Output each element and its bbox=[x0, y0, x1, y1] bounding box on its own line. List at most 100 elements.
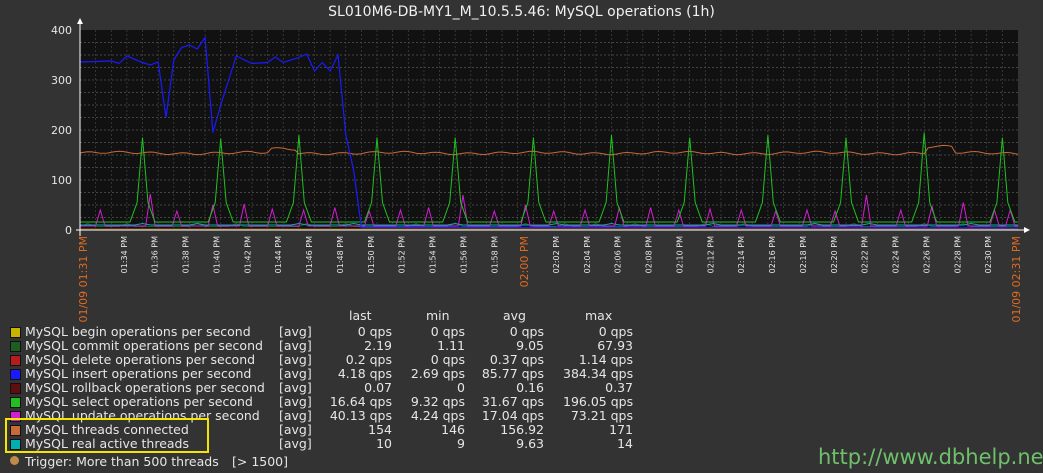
legend-last: 40.13 qps bbox=[329, 408, 392, 423]
legend-series-name: MySQL commit operations per second bbox=[25, 338, 263, 353]
x-tick-label: 01:46 PM bbox=[305, 236, 314, 273]
x-tick-label: 02:12 PM bbox=[706, 236, 715, 273]
legend-last: 0.2 qps bbox=[345, 352, 392, 367]
legend-max: 14 bbox=[617, 436, 633, 451]
legend-header-max: max bbox=[585, 308, 613, 323]
x-tick-label: 02:20 PM bbox=[830, 236, 839, 273]
x-tick-label: 01:56 PM bbox=[459, 236, 468, 273]
legend-min: 1.11 bbox=[437, 338, 465, 353]
x-tick-label: 01/09 01:31 PM bbox=[77, 236, 90, 323]
legend-last: 4.18 qps bbox=[337, 366, 392, 381]
x-tick-label: 01:40 PM bbox=[212, 236, 221, 273]
legend-avg: 85.77 qps bbox=[481, 366, 544, 381]
legend-fn: [avg] bbox=[279, 436, 312, 451]
x-tick-label: 02:28 PM bbox=[953, 236, 962, 273]
legend-series-name: MySQL begin operations per second bbox=[25, 324, 251, 339]
y-tick-label: 300 bbox=[51, 74, 72, 87]
legend-fn: [avg] bbox=[279, 324, 312, 339]
x-tick-label: 02:06 PM bbox=[614, 236, 623, 273]
watermark: http://www.dbhelp.net bbox=[818, 445, 1043, 469]
legend-last: 0.07 bbox=[364, 380, 392, 395]
x-tick-label: 01:38 PM bbox=[182, 236, 191, 273]
legend-fn: [avg] bbox=[279, 394, 312, 409]
legend-last: 2.19 bbox=[364, 338, 392, 353]
legend-last: 154 bbox=[368, 422, 392, 437]
legend-series-name: MySQL insert operations per second bbox=[25, 366, 252, 381]
legend-avg: 9.05 bbox=[516, 338, 544, 353]
x-tick-label: 01:34 PM bbox=[120, 236, 129, 273]
legend-max: 73.21 qps bbox=[570, 408, 633, 423]
legend-row: MySQL commit operations per second [avg] 2… bbox=[10, 338, 650, 353]
x-tick-label: 01:58 PM bbox=[490, 236, 499, 273]
x-tick-label: 02:00 PM bbox=[518, 236, 531, 287]
x-tick-label: 02:02 PM bbox=[552, 236, 561, 273]
x-tick-label: 02:08 PM bbox=[645, 236, 654, 273]
x-tick-label: 02:14 PM bbox=[737, 236, 746, 273]
legend-row: MySQL rollback operations per second [avg… bbox=[10, 380, 650, 395]
x-tick-label: 02:24 PM bbox=[892, 236, 901, 273]
x-tick-label: 01:54 PM bbox=[429, 236, 438, 273]
legend-swatch bbox=[10, 327, 21, 338]
trigger-value: [> 1500] bbox=[232, 454, 289, 469]
x-axis-arrow bbox=[1024, 227, 1030, 233]
legend-swatch bbox=[10, 341, 21, 352]
y-tick-label: 100 bbox=[51, 174, 72, 187]
x-tick-label: 02:22 PM bbox=[861, 236, 870, 273]
legend-last: 16.64 qps bbox=[329, 394, 392, 409]
legend-header-last: last bbox=[349, 308, 372, 323]
x-tick-label: 02:18 PM bbox=[799, 236, 808, 273]
legend-last: 0 qps bbox=[357, 324, 392, 339]
x-tick-label: 02:04 PM bbox=[583, 236, 592, 273]
y-axis-arrow bbox=[77, 18, 83, 24]
x-tick-label: 02:10 PM bbox=[675, 236, 684, 273]
legend-avg: 0.37 qps bbox=[489, 352, 544, 367]
legend-min: 9.32 qps bbox=[410, 394, 465, 409]
legend-header-min: min bbox=[426, 308, 450, 323]
legend-fn: [avg] bbox=[279, 380, 312, 395]
legend-avg: 31.67 qps bbox=[481, 394, 544, 409]
legend-max: 67.93 bbox=[597, 338, 633, 353]
x-tick-label: 01:52 PM bbox=[398, 236, 407, 273]
legend-avg: 17.04 qps bbox=[481, 408, 544, 423]
legend-last: 10 bbox=[376, 436, 392, 451]
legend-fn: [avg] bbox=[279, 366, 312, 381]
legend-max: 171 bbox=[609, 422, 633, 437]
legend-avg: 0.16 bbox=[516, 380, 544, 395]
legend-fn: [avg] bbox=[279, 338, 312, 353]
legend-max: 0 qps bbox=[598, 324, 633, 339]
legend-series-name: MySQL select operations per second bbox=[25, 394, 253, 409]
legend-header-avg: avg bbox=[503, 308, 526, 323]
legend-max: 1.14 qps bbox=[578, 352, 633, 367]
legend-min: 146 bbox=[441, 422, 465, 437]
legend-min: 0 qps bbox=[430, 324, 465, 339]
legend-row: MySQL insert operations per second [avg] 4… bbox=[10, 366, 650, 381]
legend-series-name: MySQL rollback operations per second bbox=[25, 380, 265, 395]
trigger-label: Trigger: More than 500 threads bbox=[25, 454, 219, 469]
highlight-box bbox=[5, 418, 209, 453]
x-tick-label: 01:36 PM bbox=[151, 236, 160, 273]
legend-min: 2.69 qps bbox=[410, 366, 465, 381]
x-tick-label: 01:44 PM bbox=[274, 236, 283, 273]
trigger-icon bbox=[10, 456, 19, 465]
legend-row: MySQL begin operations per second [avg] 0 … bbox=[10, 324, 650, 339]
legend-min: 4.24 qps bbox=[410, 408, 465, 423]
x-tick-label: 01/09 02:31 PM bbox=[1010, 236, 1023, 323]
legend-swatch bbox=[10, 383, 21, 394]
legend-row: MySQL delete operations per second [avg] 0… bbox=[10, 352, 650, 367]
legend-min: 9 bbox=[457, 436, 465, 451]
x-tick-label: 01:50 PM bbox=[367, 236, 376, 273]
legend-fn: [avg] bbox=[279, 352, 312, 367]
legend-swatch bbox=[10, 355, 21, 366]
legend-avg: 156.92 bbox=[500, 422, 544, 437]
legend-avg: 0 qps bbox=[509, 324, 544, 339]
legend-series-name: MySQL delete operations per second bbox=[25, 352, 256, 367]
x-tick-label: 01:42 PM bbox=[243, 236, 252, 273]
legend-fn: [avg] bbox=[279, 408, 312, 423]
legend-avg: 9.63 bbox=[516, 436, 544, 451]
legend-max: 384.34 qps bbox=[563, 366, 634, 381]
x-tick-label: 02:26 PM bbox=[922, 236, 931, 273]
x-tick-label: 02:30 PM bbox=[984, 236, 993, 273]
legend-max: 0.37 bbox=[605, 380, 633, 395]
legend-swatch bbox=[10, 397, 21, 408]
x-tick-label: 01:48 PM bbox=[336, 236, 345, 273]
